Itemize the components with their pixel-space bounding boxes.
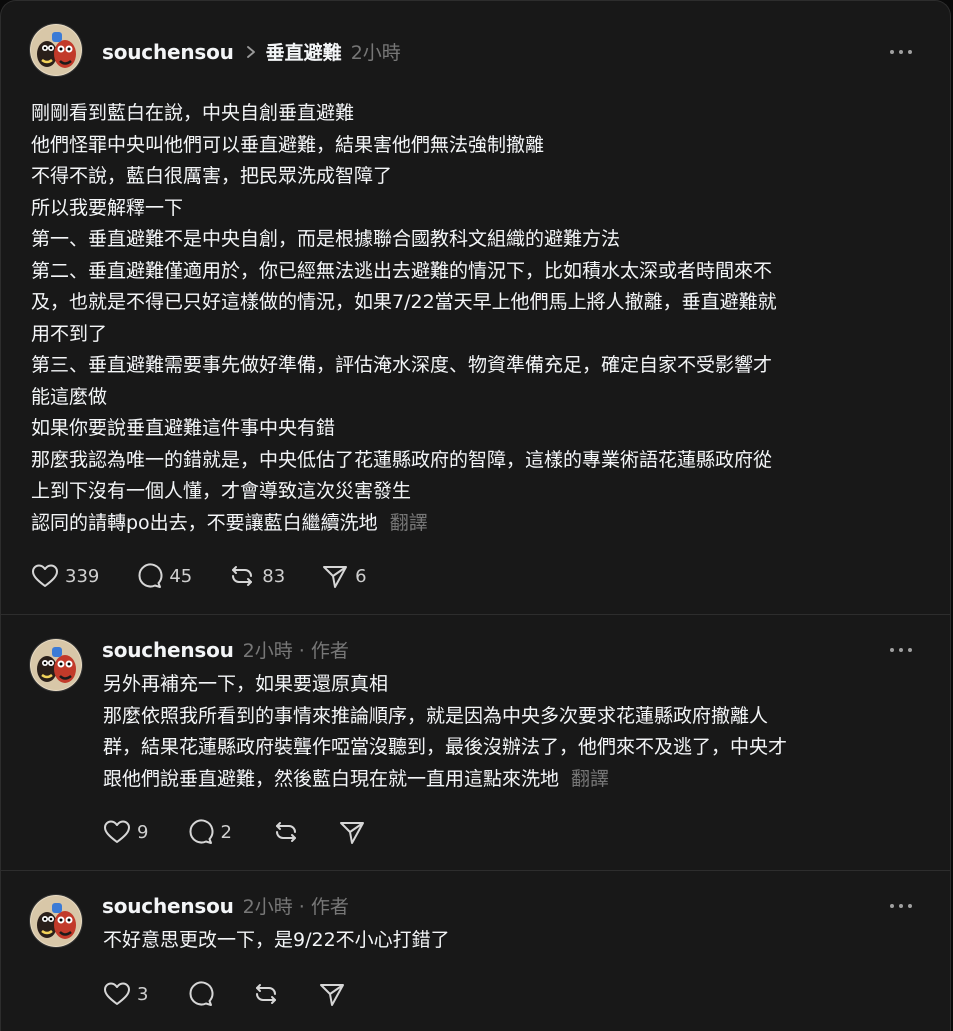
comment-bubble-icon xyxy=(186,818,214,846)
repost-button[interactable] xyxy=(272,818,300,846)
post-line: 上到下沒有一個人懂，才會導致這次災害發生 xyxy=(31,480,412,502)
post-line: 用不到了 xyxy=(31,322,108,345)
comment-button[interactable]: 2 xyxy=(186,818,232,846)
reply-line: 跟他們說垂直避難，然後藍白現在就一直用這點來洗地 xyxy=(103,767,560,790)
comment-bubble-icon xyxy=(186,980,214,1008)
share-count: 6 xyxy=(355,565,367,587)
translate-link[interactable]: 翻譯 xyxy=(571,768,609,790)
more-dots-icon[interactable] xyxy=(890,902,912,910)
reply-actions: 9 2 xyxy=(103,818,366,846)
send-icon xyxy=(318,980,346,1008)
avatar-image xyxy=(30,24,82,76)
heart-icon xyxy=(103,819,131,845)
post-line: 第二、垂直避難僅適用於，你已經無法逃出去避難的情況下，比如積水太深或者時間來不 xyxy=(31,259,773,282)
reply-header: souchensou 2小時 · 作者 xyxy=(102,636,349,663)
comment-count: 45 xyxy=(169,565,193,587)
reply-line: 另外再補充一下，如果要還原真相 xyxy=(103,673,389,695)
post-header: souchensou 垂直避難 2小時 xyxy=(102,38,401,65)
reply-line: 那麼依照我所看到的事情來推論順序，就是因為中央多次要求花蓮縣政府撤離人 xyxy=(103,704,769,727)
like-count: 3 xyxy=(137,983,149,1005)
more-dots-icon[interactable] xyxy=(890,646,912,654)
avatar[interactable] xyxy=(29,894,83,948)
avatar[interactable] xyxy=(29,23,83,77)
repost-button[interactable] xyxy=(252,980,280,1008)
reply-text: 不好意思更改一下，是9/22不小心打錯了 xyxy=(103,925,450,957)
comment-bubble-icon xyxy=(135,562,163,590)
username[interactable]: souchensou xyxy=(102,40,234,64)
post-actions: 339 45 83 6 xyxy=(31,562,367,590)
reply-header: souchensou 2小時 · 作者 xyxy=(102,892,349,919)
post-line-last: 認同的請轉po出去，不要讓藍白繼續洗地 翻譯 xyxy=(31,508,777,540)
repost-icon xyxy=(272,818,300,846)
chevron-right-icon xyxy=(246,40,256,64)
more-dots-icon[interactable] xyxy=(890,48,912,56)
avatar-image xyxy=(30,639,82,691)
share-button[interactable] xyxy=(338,818,366,846)
share-button[interactable]: 6 xyxy=(321,562,367,590)
like-button[interactable]: 3 xyxy=(103,981,148,1007)
post-line: 所以我要解釋一下 xyxy=(31,196,184,219)
repost-count: 83 xyxy=(262,565,286,587)
post-text: 剛剛看到藍白在說，中央自創垂直避難 他們怪罪中央叫他們可以垂直避難，結果害他們無… xyxy=(31,98,777,539)
send-icon xyxy=(338,818,366,846)
send-icon xyxy=(321,562,349,590)
post-line: 不得不說，藍白很厲害，把民眾洗成智障了 xyxy=(31,165,393,187)
username[interactable]: souchensou xyxy=(102,894,234,918)
threads-panel: souchensou 垂直避難 2小時 剛剛看到藍白在說，中央自創垂直避難 他們… xyxy=(0,0,951,1031)
repost-icon xyxy=(252,980,280,1008)
reply-line-last: 跟他們說垂直避難，然後藍白現在就一直用這點來洗地 翻譯 xyxy=(103,764,787,796)
heart-icon xyxy=(103,981,131,1007)
reply-meta[interactable]: 2小時 · 作者 xyxy=(243,892,349,919)
like-count: 339 xyxy=(65,565,100,587)
comment-button[interactable] xyxy=(186,980,214,1008)
post-line: 他們怪罪中央叫他們可以垂直避難，結果害他們無法強制撤離 xyxy=(31,133,545,156)
post-line: 認同的請轉po出去，不要讓藍白繼續洗地 xyxy=(31,511,378,534)
heart-icon xyxy=(31,563,59,589)
reply-line: 群，結果花蓮縣政府裝聾作啞當沒聽到，最後沒辦法了，他們來不及逃了，中央才 xyxy=(103,736,788,758)
post-time[interactable]: 2小時 xyxy=(351,38,401,65)
username[interactable]: souchensou xyxy=(102,638,234,662)
post-line: 及，也就是不得已只好這樣做的情況，如果7/22當天早上他們馬上將人撤離，垂直避難… xyxy=(31,291,777,313)
repost-icon xyxy=(228,562,256,590)
translate-link[interactable]: 翻譯 xyxy=(390,512,428,534)
divider xyxy=(1,870,950,871)
post-line: 第三、垂直避難需要事先做好準備，評估淹水深度、物資準備充足，確定自家不受影響才 xyxy=(31,354,773,376)
like-button[interactable]: 9 xyxy=(103,819,148,845)
comment-button[interactable]: 45 xyxy=(135,562,192,590)
avatar-image xyxy=(30,895,82,947)
post-line: 能這麼做 xyxy=(31,385,108,408)
post-line: 剛剛看到藍白在說，中央自創垂直避難 xyxy=(31,102,355,124)
reply-text: 另外再補充一下，如果要還原真相 那麼依照我所看到的事情來推論順序，就是因為中央多… xyxy=(103,669,787,795)
divider xyxy=(1,614,950,615)
repost-button[interactable]: 83 xyxy=(228,562,285,590)
reply-line: 不好意思更改一下，是9/22不小心打錯了 xyxy=(103,929,450,951)
reply-actions: 3 xyxy=(103,980,346,1008)
post-line: 那麼我認為唯一的錯就是，中央低估了花蓮縣政府的智障，這樣的專業術語花蓮縣政府從 xyxy=(31,448,773,471)
like-button[interactable]: 339 xyxy=(31,563,99,589)
post-line: 第一、垂直避難不是中央自創，而是根據聯合國教科文組織的避難方法 xyxy=(31,228,621,250)
share-button[interactable] xyxy=(318,980,346,1008)
like-count: 9 xyxy=(137,821,149,843)
comment-count: 2 xyxy=(220,821,232,843)
post-line: 如果你要說垂直避難這件事中央有錯 xyxy=(31,417,336,439)
avatar[interactable] xyxy=(29,638,83,692)
topic-tag[interactable]: 垂直避難 xyxy=(266,38,342,65)
reply-meta[interactable]: 2小時 · 作者 xyxy=(243,636,349,663)
